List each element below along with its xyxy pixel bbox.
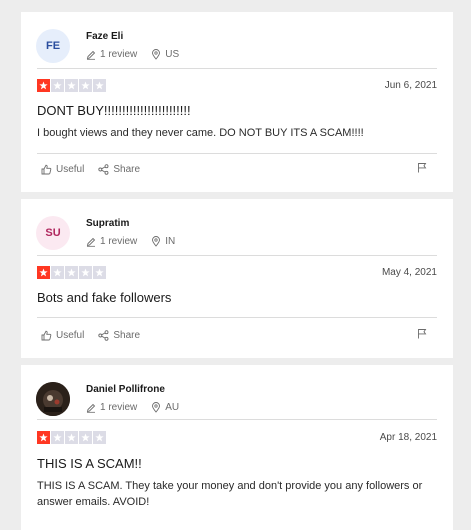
avatar[interactable]: SU	[36, 216, 70, 250]
reviewer-meta: 1 review US	[86, 49, 179, 60]
review-body: THIS IS A SCAM. They take your money and…	[37, 480, 423, 508]
reviewer-country: IN	[165, 236, 176, 247]
share-label: Share	[113, 330, 141, 341]
reviewer-meta: 1 review AU	[86, 402, 179, 413]
pencil-icon	[86, 50, 96, 60]
review-count: 1 review	[100, 49, 138, 60]
star-icon	[37, 266, 50, 279]
reviewer-name[interactable]: Faze Eli	[86, 31, 123, 42]
star-icon	[51, 431, 64, 444]
share-button[interactable]: Share	[98, 164, 140, 175]
location-pin-icon	[152, 236, 161, 247]
star-rating	[37, 79, 106, 92]
report-flag-button[interactable]	[417, 326, 427, 344]
location-pin-icon	[152, 49, 161, 60]
star-icon	[93, 79, 106, 92]
avatar[interactable]: FE	[36, 29, 70, 63]
share-icon	[98, 164, 109, 175]
useful-button[interactable]: Useful	[41, 330, 84, 341]
divider	[37, 255, 437, 256]
star-icon	[51, 266, 64, 279]
review-date: Apr 18, 2021	[379, 432, 437, 443]
review-title[interactable]: THIS IS A SCAM!!	[37, 456, 142, 471]
profile-photo	[36, 382, 70, 416]
thumbs-up-icon	[41, 330, 52, 341]
flag-icon	[418, 163, 427, 173]
review-body: I bought views and they never came. DO N…	[37, 127, 364, 139]
star-icon	[51, 79, 64, 92]
flag-icon	[418, 329, 427, 339]
reviewer-name[interactable]: Supratim	[86, 218, 129, 229]
location-pin-icon	[152, 402, 161, 413]
star-icon	[65, 266, 78, 279]
review-card: FE Faze Eli 1 review US Jun 6, 2021 DONT…	[21, 12, 453, 192]
reviews-list: FE Faze Eli 1 review US Jun 6, 2021 DONT…	[0, 0, 471, 530]
share-icon	[98, 330, 109, 341]
pencil-icon	[86, 403, 96, 413]
review-title[interactable]: DONT BUY!!!!!!!!!!!!!!!!!!!!!!!!	[37, 103, 191, 118]
star-icon	[79, 266, 92, 279]
star-icon	[79, 431, 92, 444]
star-icon	[65, 431, 78, 444]
divider	[37, 419, 437, 420]
avatar[interactable]	[36, 382, 70, 416]
divider	[37, 153, 437, 154]
star-icon	[93, 431, 106, 444]
review-count: 1 review	[100, 402, 138, 413]
share-label: Share	[113, 164, 141, 175]
star-icon	[65, 79, 78, 92]
report-flag-button[interactable]	[417, 160, 427, 178]
useful-label: Useful	[56, 330, 85, 341]
review-card: Daniel Pollifrone 1 review AU Apr 18, 20…	[21, 365, 453, 530]
star-icon	[79, 79, 92, 92]
pencil-icon	[86, 237, 96, 247]
review-actions: Useful Share	[41, 330, 154, 341]
reviewer-country: AU	[165, 402, 180, 413]
star-icon	[37, 79, 50, 92]
star-rating	[37, 266, 106, 279]
review-date: Jun 6, 2021	[384, 80, 437, 91]
thumbs-up-icon	[41, 164, 52, 175]
avatar-initials: FE	[45, 40, 61, 52]
avatar-initials: SU	[45, 227, 61, 239]
star-icon	[37, 431, 50, 444]
share-button[interactable]: Share	[98, 330, 140, 341]
useful-button[interactable]: Useful	[41, 164, 84, 175]
divider	[37, 68, 437, 69]
review-date: May 4, 2021	[381, 267, 437, 278]
review-card: SU Supratim 1 review IN May 4, 2021 Bots…	[21, 199, 453, 358]
review-title[interactable]: Bots and fake followers	[37, 290, 171, 305]
reviewer-meta: 1 review IN	[86, 236, 175, 247]
useful-label: Useful	[56, 164, 85, 175]
reviewer-country: US	[165, 49, 180, 60]
review-count: 1 review	[100, 236, 138, 247]
review-actions: Useful Share	[41, 164, 154, 175]
reviewer-name[interactable]: Daniel Pollifrone	[86, 384, 165, 395]
divider	[37, 317, 437, 318]
star-rating	[37, 431, 106, 444]
star-icon	[93, 266, 106, 279]
